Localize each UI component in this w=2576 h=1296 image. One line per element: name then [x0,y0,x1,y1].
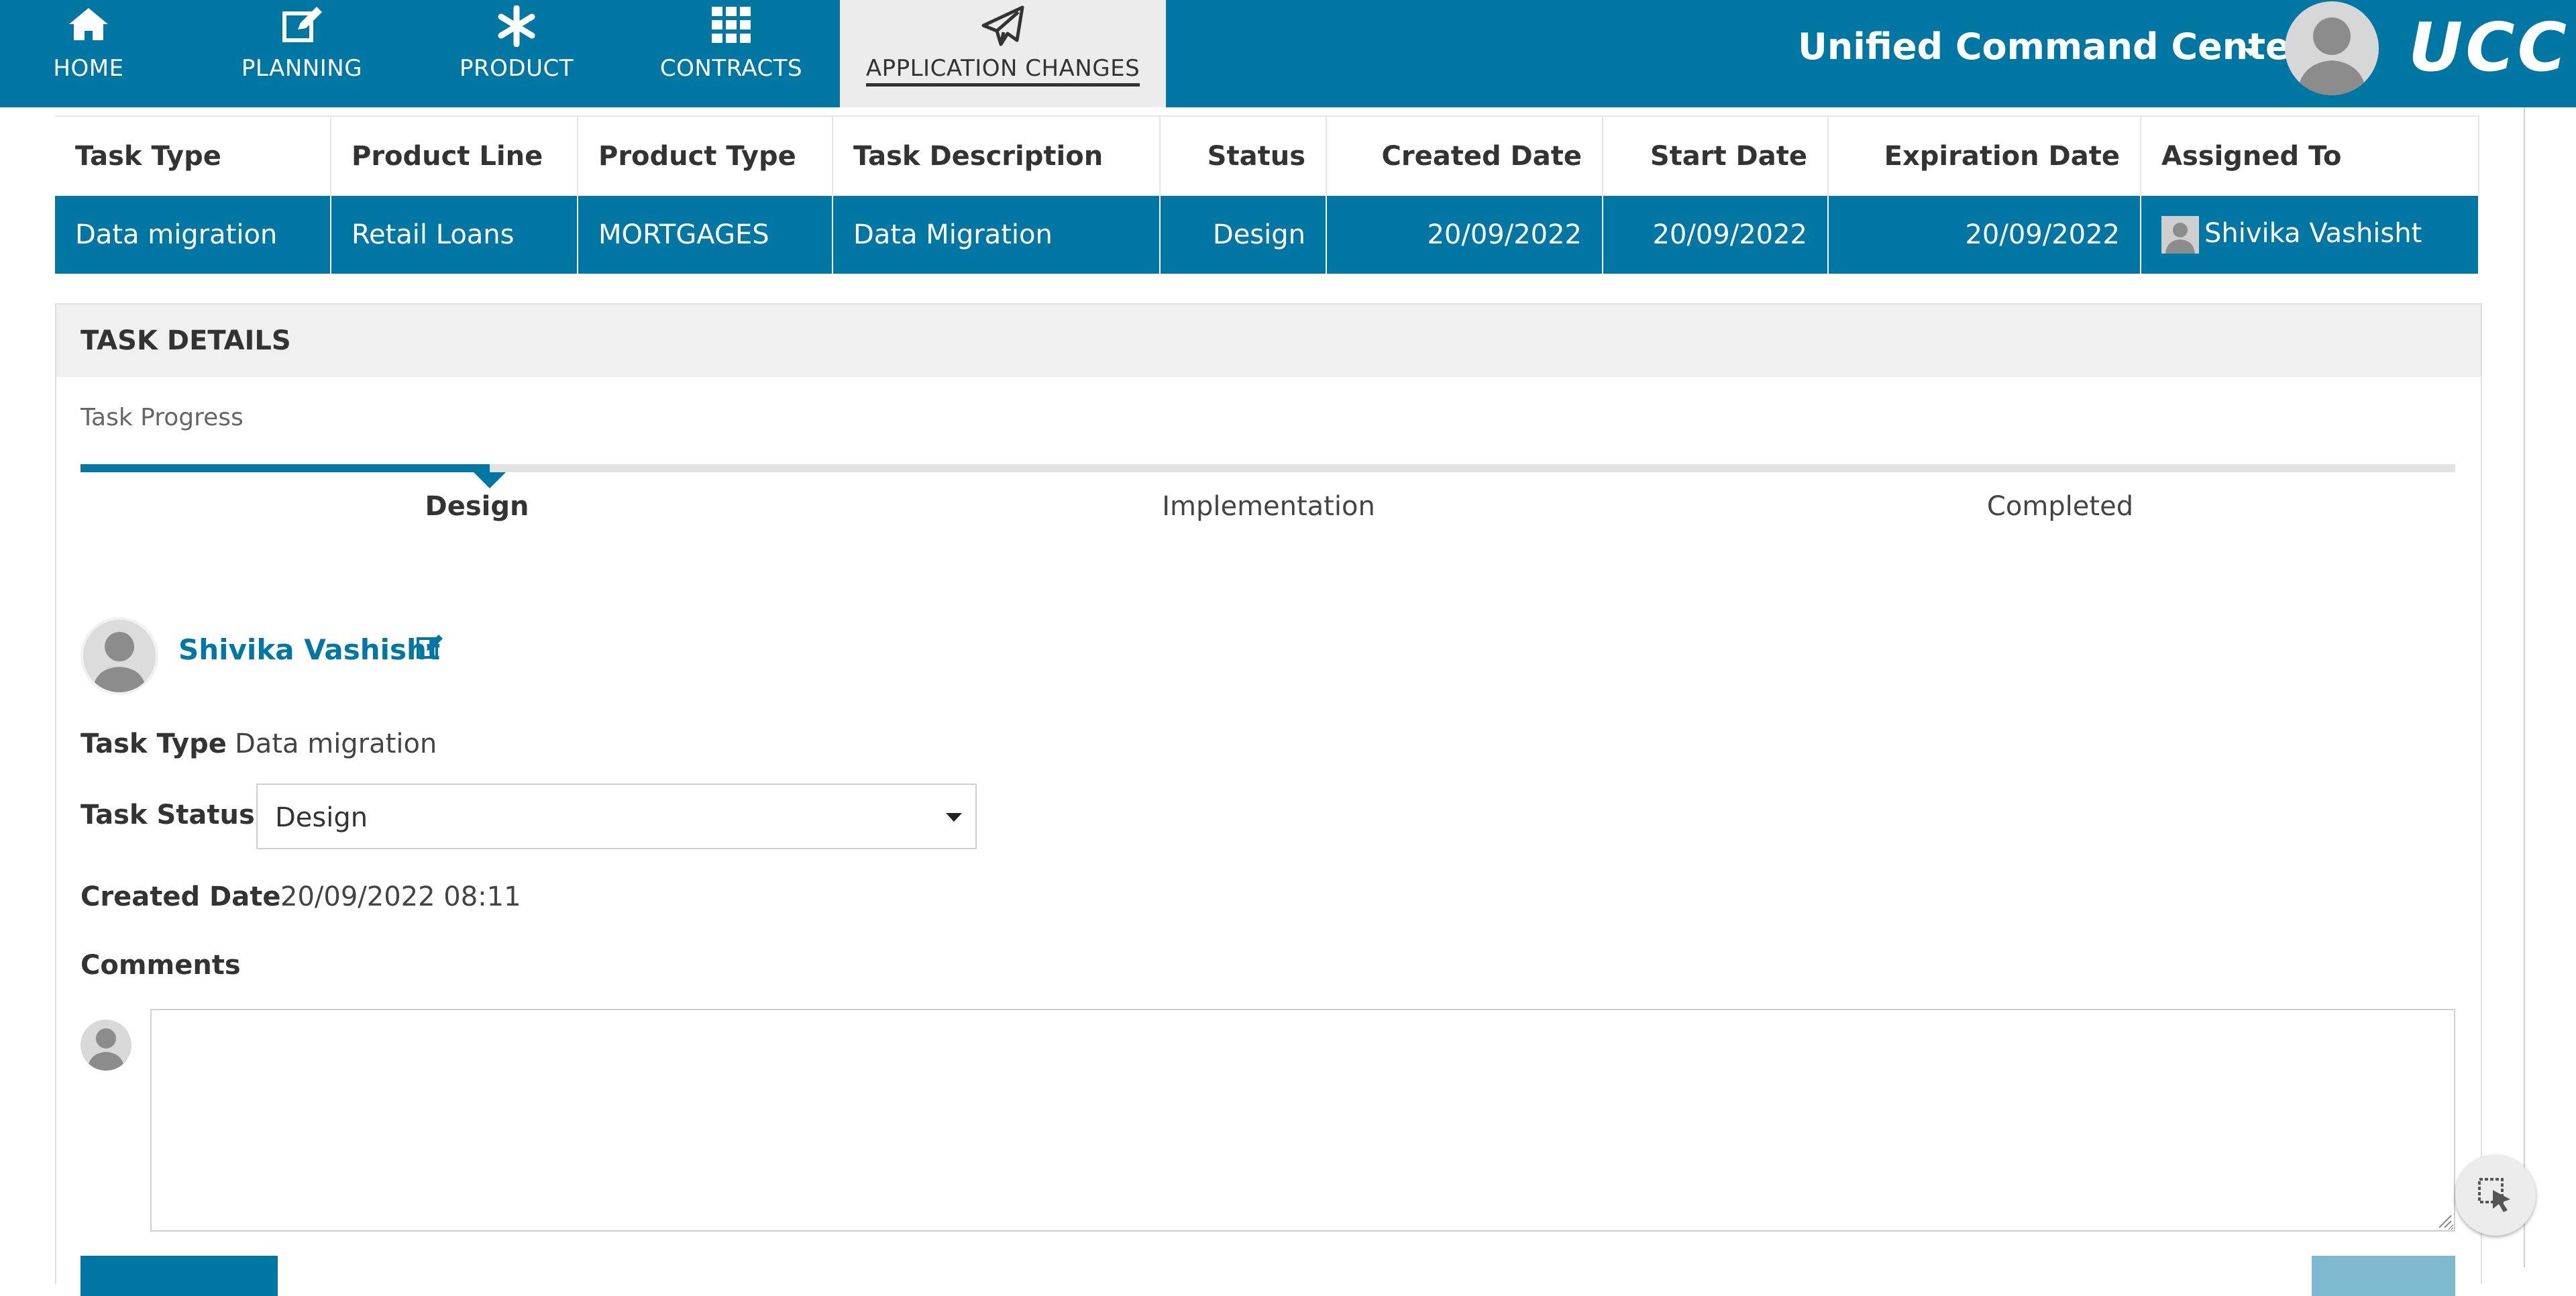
nav-contracts[interactable]: CONTRACTS [651,0,812,107]
nav-planning-label: PLANNING [241,55,363,82]
task-progress-fill [80,464,490,472]
secondary-action-button[interactable] [2312,1256,2455,1296]
cell-expiration-date: 20/09/2022 [1828,196,2141,274]
cell-task-type: Data migration [55,196,331,274]
select-tool-button[interactable] [2455,1155,2536,1236]
top-navigation-bar: HOME PLANNING PRODUCT CONTRACTS APPLICAT… [0,0,2576,107]
cell-task-description: Data Migration [833,196,1161,274]
cell-created-date: 20/09/2022 [1326,196,1603,274]
stage-implementation[interactable]: Implementation [1162,491,1375,522]
nav-application-changes-label-wrap: APPLICATION CHANGES [840,55,1166,87]
nav-planning[interactable]: PLANNING [228,0,376,107]
table-row[interactable]: Data migration Retail Loans MORTGAGES Da… [55,196,2479,274]
nav-application-changes[interactable]: APPLICATION CHANGES [840,0,1166,107]
nav-home-label: HOME [53,55,124,82]
task-status-label: Task Status [80,800,255,830]
home-icon [27,5,150,50]
nav-product[interactable]: PRODUCT [443,0,590,107]
stage-design[interactable]: Design [425,491,529,522]
cell-start-date: 20/09/2022 [1603,196,1829,274]
col-start-date[interactable]: Start Date [1603,115,1829,196]
created-date-value: 20/09/2022 08:11 [280,881,521,912]
col-expiration-date[interactable]: Expiration Date [1828,115,2141,196]
cell-status: Design [1160,196,1327,274]
task-details-title: TASK DETAILS [56,305,2481,377]
page-scrollbar[interactable] [2524,107,2576,1267]
created-date-label: Created Date [80,881,281,912]
comment-textarea[interactable] [150,1009,2455,1232]
paper-plane-icon [840,5,1166,50]
edit-icon [228,5,376,50]
task-type-label: Task Type [80,728,227,759]
stage-completed[interactable]: Completed [1987,491,2133,522]
col-product-line[interactable]: Product Line [331,115,578,196]
chevron-down-icon[interactable] [2243,48,2258,56]
submit-comment-button[interactable] [80,1256,278,1296]
cell-product-line: Retail Loans [331,196,578,274]
cell-product-type: MORTGAGES [578,196,833,274]
col-assigned-to[interactable]: Assigned To [2141,115,2479,196]
table-header-row: Task Type Product Line Product Type Task… [55,115,2479,196]
task-progress-label: Task Progress [80,404,244,431]
nav-application-changes-label: APPLICATION CHANGES [865,55,1140,87]
task-type-value: Data migration [235,728,437,759]
assignee-avatar [2161,216,2199,254]
col-status[interactable]: Status [1160,115,1327,196]
cursor-select-icon [2478,1178,2510,1212]
grid-icon [651,5,812,50]
edit-assignee-icon[interactable] [416,633,444,663]
asterisk-icon [443,5,590,50]
col-created-date[interactable]: Created Date [1326,115,1603,196]
user-avatar[interactable] [2285,1,2379,95]
task-details-panel: TASK DETAILS Task Progress Design Implem… [55,303,2482,1296]
caret-down-icon [946,813,962,822]
col-task-description[interactable]: Task Description [833,115,1161,196]
nav-contracts-label: CONTRACTS [659,55,803,82]
assignee-name-link[interactable]: Shivika Vashisht [178,633,440,666]
commenter-avatar [80,1020,131,1071]
resize-handle-icon[interactable] [2435,1211,2453,1232]
tasks-table: Task Type Product Line Product Type Task… [55,115,2479,274]
col-task-type[interactable]: Task Type [55,115,331,196]
col-product-type[interactable]: Product Type [578,115,833,196]
nav-product-label: PRODUCT [460,55,574,82]
assignee-name: Shivika Vashisht [2204,218,2422,249]
cell-assigned-to: Shivika Vashisht [2141,196,2479,274]
assignee-large-avatar [80,617,158,695]
workspace-selector[interactable]: Unified Command Center [1798,25,2308,68]
task-status-selected: Design [275,802,368,833]
app-logo: UCC [2408,8,2569,87]
progress-pointer-icon [474,472,506,488]
comments-label: Comments [80,950,241,981]
task-progress-track [80,464,2455,488]
nav-home[interactable]: HOME [27,0,150,107]
task-status-select[interactable]: Design [256,784,977,849]
